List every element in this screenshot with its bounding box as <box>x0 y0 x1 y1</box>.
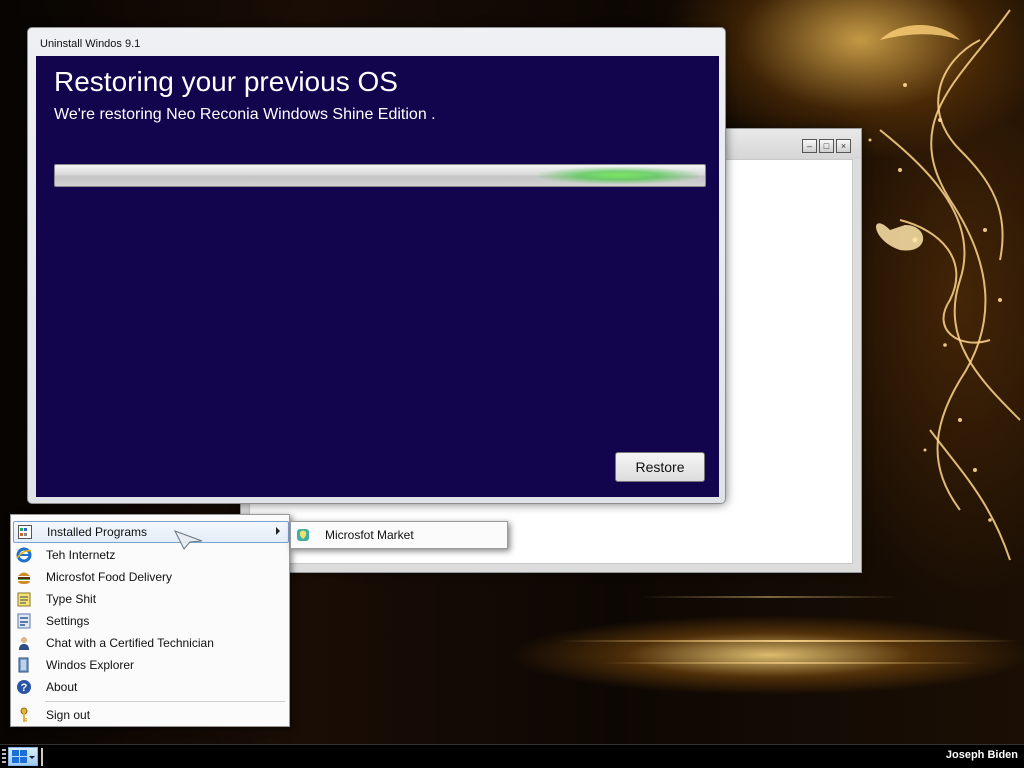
menu-item-label: Windos Explorer <box>46 658 135 672</box>
start-button[interactable] <box>8 747 38 766</box>
page-title: Restoring your previous OS <box>54 66 398 97</box>
technician-icon <box>16 635 32 651</box>
minimize-button[interactable]: – <box>802 139 817 153</box>
menu-item-label: Microsfot Food Delivery <box>46 570 173 584</box>
chevron-down-icon <box>29 756 35 759</box>
help-icon: ? <box>16 679 32 695</box>
menu-item-label: About <box>46 680 78 694</box>
installed-programs-icon <box>17 524 33 540</box>
dialog-title: Uninstall Windos 9.1 <box>40 38 141 50</box>
menu-item-label: Settings <box>46 614 90 628</box>
menu-item-label: Type Shit <box>46 592 97 606</box>
user-name[interactable]: Joseph Biden <box>946 749 1018 761</box>
menu-item-about[interactable]: ? About <box>13 676 289 698</box>
burger-icon <box>16 569 32 585</box>
key-icon <box>16 707 32 723</box>
taskbar-separator <box>41 748 43 766</box>
progress-indicator <box>539 167 699 184</box>
uninstall-dialog[interactable]: Uninstall Windos 9.1 Restoring your prev… <box>27 27 726 504</box>
menu-item-chat-technician[interactable]: Chat with a Certified Technician <box>13 632 289 654</box>
menu-item-installed-programs[interactable]: Installed Programs <box>13 521 289 543</box>
windows-logo-icon <box>12 749 27 763</box>
menu-item-settings[interactable]: Settings <box>13 610 289 632</box>
menu-item-type-shit[interactable]: Type Shit <box>13 588 289 610</box>
menu-item-teh-internetz[interactable]: Teh Internetz <box>13 544 289 566</box>
menu-item-label: Installed Programs <box>47 525 148 539</box>
explorer-icon <box>16 657 32 673</box>
menu-item-sign-out[interactable]: Sign out <box>13 704 289 726</box>
svg-text:?: ? <box>21 682 28 694</box>
menu-item-label: Chat with a Certified Technician <box>46 636 214 650</box>
market-icon <box>295 527 311 543</box>
maximize-button[interactable]: □ <box>819 139 834 153</box>
progress-bar <box>54 164 706 187</box>
close-button[interactable]: × <box>836 139 851 153</box>
taskbar-grip[interactable] <box>2 749 6 765</box>
installed-programs-submenu: Microsfot Market <box>290 521 508 549</box>
settings-icon <box>16 613 32 629</box>
restore-button[interactable]: Restore <box>615 452 705 482</box>
submenu-arrow-icon <box>276 527 280 535</box>
submenu-item-microsfot-market[interactable]: Microsfot Market <box>325 528 414 542</box>
status-text: We're restoring Neo Reconia Windows Shin… <box>54 106 436 123</box>
notepad-icon <box>16 591 32 607</box>
menu-item-windos-explorer[interactable]: Windos Explorer <box>13 654 289 676</box>
menu-separator <box>45 701 285 702</box>
menu-item-label: Sign out <box>46 708 91 722</box>
mouse-cursor-icon <box>174 530 203 550</box>
dialog-content: Restoring your previous OS We're restori… <box>36 56 719 497</box>
start-menu: Installed Programs Teh Internetz Microsf… <box>10 514 290 727</box>
internet-explorer-icon <box>16 547 32 563</box>
menu-item-food-delivery[interactable]: Microsfot Food Delivery <box>13 566 289 588</box>
menu-item-label: Teh Internetz <box>46 548 116 562</box>
taskbar: Joseph Biden <box>0 744 1024 768</box>
